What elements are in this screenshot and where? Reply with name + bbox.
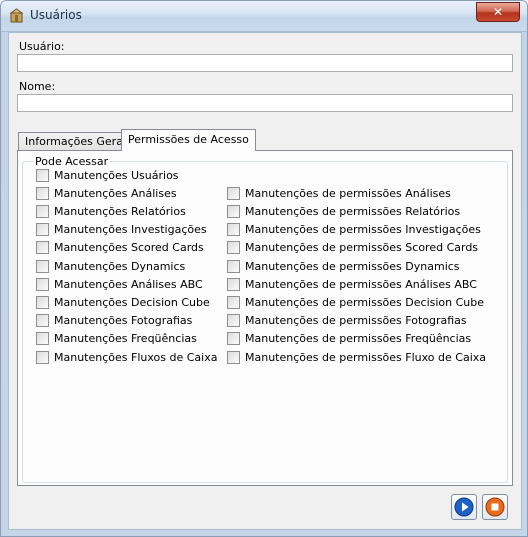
checkbox-label: Manutenções Usuários [54,168,179,182]
checkbox-label: Manutenções de permissões Investigações [245,223,481,237]
checkbox-box[interactable] [227,350,240,364]
close-icon: ✕ [492,5,504,19]
left-permission-checkbox[interactable]: Manutenções Decision Cube [36,295,210,309]
stop-icon [485,497,505,517]
ok-button[interactable] [451,494,477,520]
checkbox-box[interactable] [227,295,240,309]
left-permission-checkbox[interactable]: Manutenções Análises ABC [36,277,203,291]
checkbox-box[interactable] [36,277,49,291]
checkbox-label: Manutenções Scored Cards [54,241,204,255]
left-permission-checkbox[interactable]: Manutenções Fotografias [36,314,192,328]
nome-input[interactable] [17,94,513,112]
checkbox-box[interactable] [36,350,49,364]
checkbox-label: Manutenções Investigações [54,223,207,237]
checkbox-label: Manutenções de permissões Análises [245,186,451,200]
checkbox-box[interactable] [36,168,49,182]
left-permission-checkbox[interactable]: Manutenções Análises [36,186,177,200]
client-area: Usuário: Nome: Informações Gerais Permis… [8,32,522,530]
right-permission-checkbox[interactable]: Manutenções de permissões Decision Cube [227,295,484,309]
checkbox-box[interactable] [227,204,240,218]
checkbox-box[interactable] [227,314,240,328]
checkbox-label: Manutenções de permissões Decision Cube [245,295,485,309]
left-permission-checkbox[interactable]: Manutenções Freqüências [36,332,197,346]
checkbox-box[interactable] [36,259,49,273]
usuario-input[interactable] [17,54,513,72]
usuario-label: Usuário: [19,40,65,53]
checkbox-box[interactable] [227,223,240,237]
right-permission-checkbox[interactable]: Manutenções de permissões Fotografias [227,314,467,328]
checkbox-label: Manutenções Análises ABC [54,277,203,291]
checkbox-label: Manutenções Análises [54,186,177,200]
play-icon [454,497,474,517]
left-permission-checkbox[interactable]: Manutenções Scored Cards [36,241,204,255]
checkbox-label: Manutenções Relatórios [54,204,186,218]
nome-label: Nome: [19,80,56,93]
checkbox-box[interactable] [36,223,49,237]
window-title: Usuários [30,8,82,22]
checkbox-label: Manutenções de permissões Análises ABC [245,277,477,291]
checkbox-box[interactable] [36,332,49,346]
right-permission-checkbox[interactable]: Manutenções de permissões Análises [227,186,451,200]
checkbox-label: Manutenções de permissões Fotografias [245,314,467,328]
checkbox-label: Manutenções de permissões Scored Cards [245,241,479,255]
left-permission-checkbox[interactable]: Manutenções Fluxos de Caixa [36,350,217,364]
checkbox-box[interactable] [36,241,49,255]
close-button[interactable]: ✕ [476,2,520,22]
checkbox-label: Manutenções Fluxos de Caixa [54,350,218,364]
checkbox-label: Manutenções de permissões Fluxo de Caixa [245,350,487,364]
checkbox-box[interactable] [227,241,240,255]
title-bar[interactable]: Usuários ✕ [1,1,527,32]
checkbox-box[interactable] [227,186,240,200]
checkbox-box[interactable] [36,314,49,328]
usuarios-window: Usuários ✕ Usuário: Nome: Informações Ge… [0,0,528,537]
checkbox-label: Manutenções Freqüências [54,332,197,346]
permissions-tab-panel: Pode Acessar Manutenções Usuários Manuten… [17,150,513,486]
checkbox-box[interactable] [227,277,240,291]
group-title: Pode Acessar [33,155,111,168]
cancel-button[interactable] [482,494,508,520]
checkbox-box[interactable] [227,259,240,273]
right-permission-checkbox[interactable]: Manutenções de permissões Freqüências [227,332,471,346]
left-permission-checkbox[interactable]: Manutenções Usuários [36,168,179,182]
checkbox-label: Manutenções Decision Cube [54,295,210,309]
checkbox-label: Manutenções de permissões Freqüências [245,332,472,346]
checkbox-label: Manutenções de permissões Dynamics [245,259,460,273]
checkbox-label: Manutenções de permissões Relatórios [245,204,461,218]
right-permission-checkbox[interactable]: Manutenções de permissões Análises ABC [227,277,477,291]
checkbox-label: Manutenções Fotografias [54,314,193,328]
tab-permissoes-de-acesso[interactable]: Permissões de Acesso [121,129,256,151]
checkbox-box[interactable] [36,295,49,309]
checkbox-box[interactable] [36,204,49,218]
left-permission-checkbox[interactable]: Manutenções Investigações [36,223,207,237]
right-permission-checkbox[interactable]: Manutenções de permissões Investigações [227,223,481,237]
checkbox-label: Manutenções Dynamics [54,259,186,273]
checkbox-box[interactable] [36,186,49,200]
right-permission-checkbox[interactable]: Manutenções de permissões Fluxo de Caixa [227,350,486,364]
user-package-icon [9,8,24,23]
checkbox-box[interactable] [227,332,240,346]
left-permission-checkbox[interactable]: Manutenções Dynamics [36,259,185,273]
right-permission-checkbox[interactable]: Manutenções de permissões Dynamics [227,259,460,273]
left-permission-checkbox[interactable]: Manutenções Relatórios [36,204,186,218]
right-permission-checkbox[interactable]: Manutenções de permissões Scored Cards [227,241,478,255]
right-permission-checkbox[interactable]: Manutenções de permissões Relatórios [227,204,460,218]
